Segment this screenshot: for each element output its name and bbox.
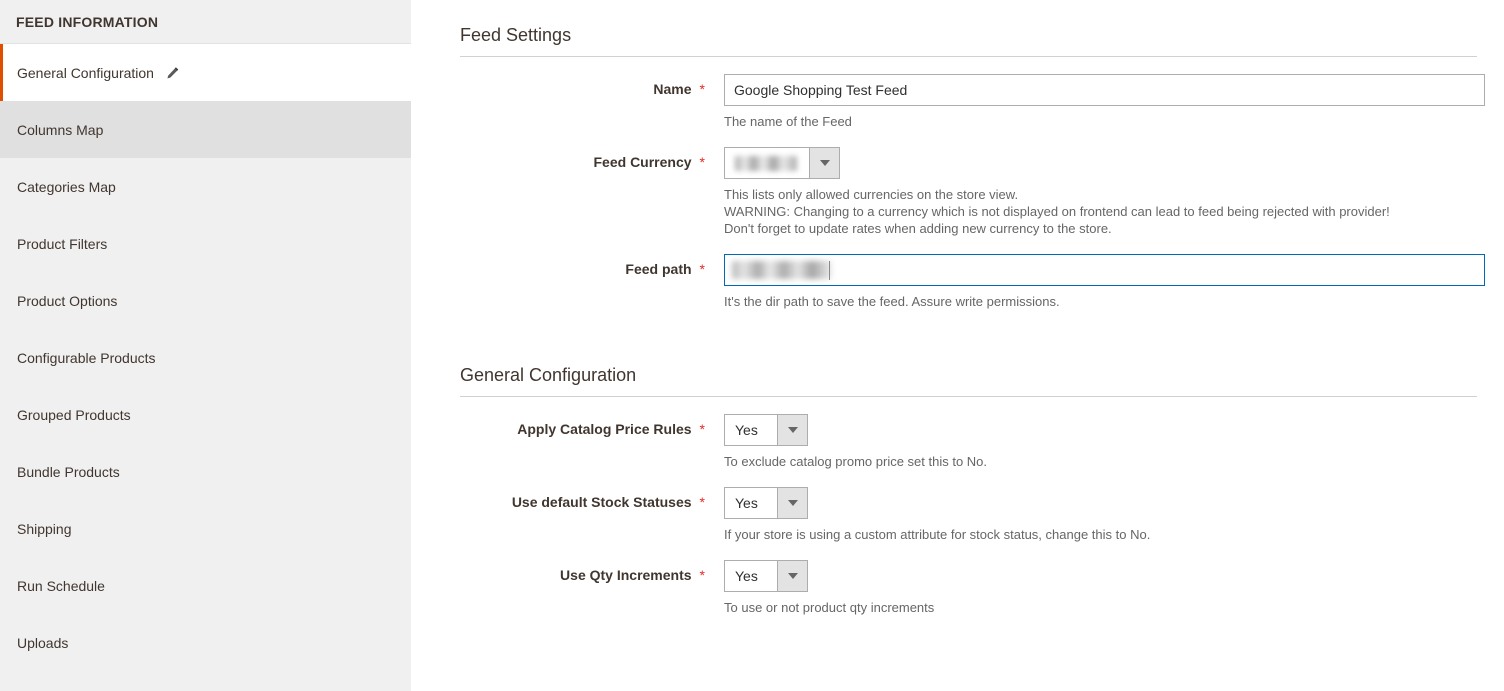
sidebar-item-label: Columns Map [17, 121, 104, 138]
sidebar-nav-list: General Configuration Columns Map Catego… [0, 44, 411, 671]
use-qty-increments-select[interactable]: Yes [724, 560, 808, 592]
field-row-name: Name * The name of the Feed [460, 57, 1485, 130]
feed-settings-section: Feed Settings Name * The name of the Fee… [412, 0, 1504, 340]
name-label-cell: Name * [460, 74, 705, 97]
sidebar-item-categories-map[interactable]: Categories Map [0, 158, 411, 215]
use-qty-increments-control-cell: Yes To use or not product qty increments [705, 560, 1477, 616]
feed-path-control-cell: It's the dir path to save the feed. Assu… [705, 254, 1485, 310]
sidebar-item-label: Shipping [17, 520, 72, 537]
sidebar-item-label: Run Schedule [17, 577, 105, 594]
feed-currency-label: Feed Currency [593, 154, 692, 170]
general-configuration-heading: General Configuration [460, 365, 637, 385]
sidebar-item-columns-map[interactable]: Columns Map [0, 101, 411, 158]
feed-settings-heading: Feed Settings [460, 25, 572, 45]
sidebar: FEED INFORMATION General Configuration C… [0, 0, 412, 691]
feed-currency-note: This lists only allowed currencies on th… [724, 179, 1477, 237]
text-cursor [829, 261, 830, 280]
use-qty-increments-label-cell: Use Qty Increments * [460, 560, 705, 583]
sidebar-item-shipping[interactable]: Shipping [0, 500, 411, 557]
sidebar-item-grouped-products[interactable]: Grouped Products [0, 386, 411, 443]
feed-currency-selected-value [725, 148, 809, 178]
feed-currency-select[interactable] [724, 147, 840, 179]
field-row-feed-currency: Feed Currency * This lists only allowed … [460, 130, 1477, 237]
field-row-use-qty-increments: Use Qty Increments * Yes To use or not p… [460, 543, 1477, 616]
chevron-down-icon[interactable] [777, 415, 807, 445]
feed-currency-note-line-1: This lists only allowed currencies on th… [724, 187, 1019, 202]
main-content: Feed Settings Name * The name of the Fee… [412, 0, 1504, 691]
sidebar-item-bundle-products[interactable]: Bundle Products [0, 443, 411, 500]
use-qty-increments-label: Use Qty Increments [560, 567, 692, 583]
name-control-cell: The name of the Feed [705, 74, 1485, 130]
sidebar-item-label: Product Filters [17, 235, 108, 252]
chevron-down-icon[interactable] [777, 488, 807, 518]
feed-path-input[interactable] [724, 254, 1485, 286]
chevron-down-icon[interactable] [777, 561, 807, 591]
apply-catalog-price-rules-control-cell: Yes To exclude catalog promo price set t… [705, 414, 1477, 470]
use-default-stock-statuses-label: Use default Stock Statuses [511, 494, 692, 510]
sidebar-item-label: Bundle Products [17, 463, 120, 480]
feed-path-note: It's the dir path to save the feed. Assu… [724, 294, 1060, 309]
sidebar-header: FEED INFORMATION [0, 0, 411, 44]
field-row-apply-catalog-price-rules: Apply Catalog Price Rules * Yes To exclu… [460, 397, 1477, 470]
name-note: The name of the Feed [724, 114, 852, 129]
field-row-feed-path: Feed path * It's the dir path to save th… [460, 237, 1485, 310]
redacted-value [732, 261, 832, 279]
feed-currency-note-line-3: Don't forget to update rates when adding… [724, 221, 1112, 236]
general-configuration-section: General Configuration Apply Catalog Pric… [412, 340, 1504, 616]
sidebar-item-label: Product Options [17, 292, 118, 309]
feed-configuration-page: FEED INFORMATION General Configuration C… [0, 0, 1504, 691]
pencil-icon[interactable] [165, 66, 180, 81]
use-default-stock-statuses-control-cell: Yes If your store is using a custom attr… [705, 487, 1477, 543]
field-row-use-default-stock-statuses: Use default Stock Statuses * Yes If your… [460, 470, 1477, 543]
sidebar-item-general-configuration[interactable]: General Configuration [0, 44, 411, 101]
sidebar-item-product-filters[interactable]: Product Filters [0, 215, 411, 272]
use-qty-increments-selected-value: Yes [725, 561, 777, 591]
feed-currency-control-cell: This lists only allowed currencies on th… [705, 147, 1477, 237]
sidebar-item-label: Configurable Products [17, 349, 156, 366]
apply-catalog-price-rules-selected-value: Yes [725, 415, 777, 445]
use-default-stock-statuses-note: If your store is using a custom attribut… [724, 527, 1151, 542]
redacted-value [735, 156, 797, 171]
sidebar-item-run-schedule[interactable]: Run Schedule [0, 557, 411, 614]
feed-currency-note-line-2: WARNING: Changing to a currency which is… [724, 204, 1390, 219]
use-default-stock-statuses-label-cell: Use default Stock Statuses * [460, 487, 705, 510]
sidebar-item-label: Categories Map [17, 178, 116, 195]
apply-catalog-price-rules-select[interactable]: Yes [724, 414, 808, 446]
feed-path-label: Feed path [625, 261, 692, 277]
use-qty-increments-note: To use or not product qty increments [724, 600, 935, 615]
apply-catalog-price-rules-note: To exclude catalog promo price set this … [724, 454, 988, 469]
sidebar-item-configurable-products[interactable]: Configurable Products [0, 329, 411, 386]
sidebar-item-label: Uploads [17, 634, 69, 651]
name-input[interactable] [724, 74, 1485, 106]
apply-catalog-price-rules-label-cell: Apply Catalog Price Rules * [460, 414, 705, 437]
feed-currency-label-cell: Feed Currency * [460, 147, 706, 170]
sidebar-item-product-options[interactable]: Product Options [0, 272, 411, 329]
feed-path-label-cell: Feed path * [460, 254, 705, 277]
sidebar-item-uploads[interactable]: Uploads [0, 614, 411, 671]
sidebar-item-label: Grouped Products [17, 406, 131, 423]
sidebar-header-title: FEED INFORMATION [16, 13, 159, 30]
use-default-stock-statuses-select[interactable]: Yes [724, 487, 808, 519]
use-default-stock-statuses-selected-value: Yes [725, 488, 777, 518]
sidebar-item-label: General Configuration [17, 64, 154, 81]
chevron-down-icon[interactable] [809, 148, 839, 178]
apply-catalog-price-rules-label: Apply Catalog Price Rules [517, 421, 692, 437]
name-label: Name [653, 81, 692, 97]
